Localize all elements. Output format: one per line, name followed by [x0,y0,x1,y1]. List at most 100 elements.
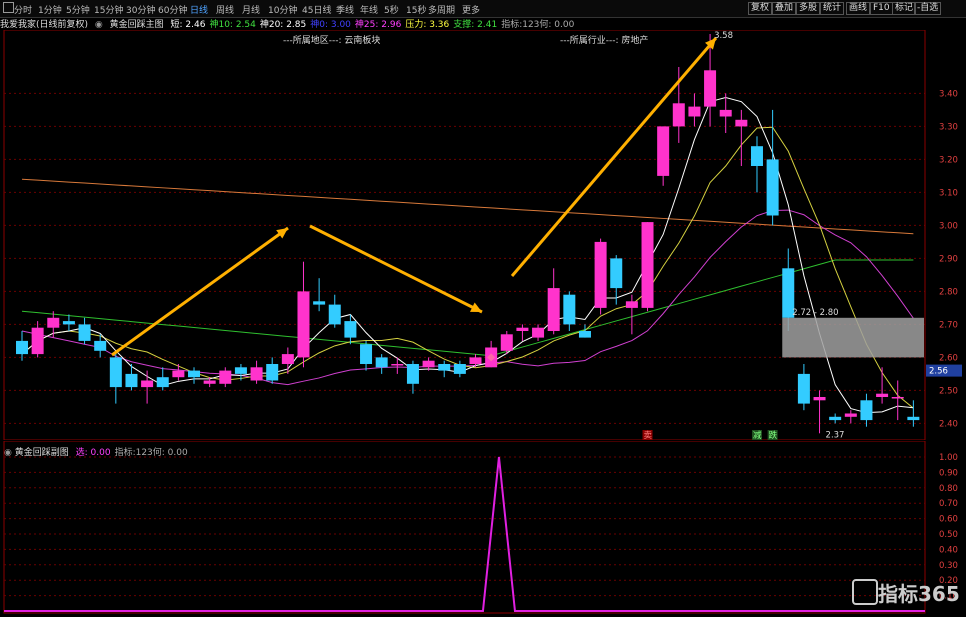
osc-tick-label: 0.40 [939,545,958,555]
indicator-value: 神0: 3.00 [310,20,351,30]
period-tab[interactable]: 分时 [14,3,32,16]
trend-arrow-up-2 [510,37,718,277]
period-tab[interactable]: 30分钟 [126,3,155,16]
y-tick-label: 3.00 [939,221,958,231]
toolbar-button[interactable]: 叠加 [772,2,797,15]
trend-arrow-down [309,224,483,314]
ma-yellow-line [21,126,914,409]
candle-body [750,146,763,166]
candle-body [657,126,670,176]
y-tick-label: 3.20 [939,155,958,165]
candle-body [766,159,779,216]
y-tick-label: 3.40 [939,89,958,99]
trend-arrow-up-1 [111,226,289,357]
candle-body [813,397,826,401]
ma-magenta-line [21,209,914,386]
period-tab[interactable]: 1分钟 [38,3,62,16]
period-tab[interactable]: 15秒 [406,3,426,16]
osc-tick-label: 0.70 [939,499,958,509]
period-tab[interactable]: 季线 [336,3,354,16]
candle-body [188,370,201,378]
indicator-value: 神10: 2.54 [209,20,256,30]
period-tab[interactable]: 10分钟 [268,3,297,16]
candle-body [266,364,279,381]
candle-body [16,340,28,355]
toolbar-button[interactable]: 画线 [846,2,871,15]
oscillator-chart[interactable]: 1.000.900.800.700.600.500.400.300.200.10 [0,441,966,617]
y-tick-label: 2.50 [939,386,958,396]
candle-body [62,321,75,325]
period-tab[interactable]: 更多 [462,3,480,16]
period-tab[interactable]: 多周期 [428,3,455,16]
candle-body [438,364,451,371]
candle-body [156,377,169,388]
candle-body [719,109,732,117]
period-tab[interactable]: 5分钟 [66,3,90,16]
candle-body [391,364,404,366]
candle-body [469,357,482,364]
period-toolbar: 分时 1分钟 5分钟 15分钟 30分钟 60分钟 日线 周线 月线 10分钟 45日线 季线 年线 5秒… [0,0,966,18]
logo-icon [852,579,878,605]
candle-body [797,373,810,404]
settings-icon[interactable]: ◉ [95,20,103,30]
toolbar-button[interactable]: F10 [870,2,893,15]
toolbar-button[interactable]: -自选 [914,2,942,15]
stock-name: 我爱我家(日线前复权) [0,20,89,30]
signal-tag-1: 减 [753,430,762,440]
candle-body [234,367,247,374]
toolbar-menu-icon[interactable] [3,2,14,13]
candle-body [735,119,748,127]
candle-body [141,380,154,388]
osc-tick-label: 0.90 [939,468,958,478]
y-tick-label: 2.80 [939,287,958,297]
period-tab[interactable]: 5秒 [384,3,399,16]
candle-body [453,364,466,374]
y-tick-label: 3.30 [939,122,958,132]
indicator-value: 压力: 3.36 [405,20,450,30]
candle-body [860,400,873,421]
osc-tick-label: 1.00 [939,453,958,463]
candle-body [328,304,341,325]
toolbar-button[interactable]: 复权 [748,2,773,15]
current-price-label: 2.56 [929,367,948,377]
period-tab[interactable]: 月线 [242,3,260,16]
indicator-name[interactable]: 黄金回踩主图 [110,20,164,30]
y-tick-label: 3.10 [939,188,958,198]
toolbar-button[interactable]: 标记 [892,2,917,15]
candle-body [250,367,263,381]
candle-body [563,294,576,325]
candle-body [125,373,138,388]
sell-tag: 卖 [644,431,653,440]
candle-body [375,357,388,368]
candle-body [594,241,607,308]
period-tab[interactable]: 周线 [216,3,234,16]
candle-body [610,258,623,289]
indicator-value: 短: 2.46 [170,20,206,30]
candle-body [31,327,44,355]
candle-body [516,327,529,331]
y-tick-label: 2.40 [939,419,958,429]
y-tick-label: 2.60 [939,353,958,363]
period-tab[interactable]: 年线 [360,3,378,16]
trough-price-label: 2.37 [826,430,845,440]
period-tab[interactable]: 15分钟 [94,3,123,16]
toolbar-button[interactable]: 统计 [820,2,845,15]
candle-body [829,416,842,421]
candle-body [313,301,326,305]
period-tab[interactable]: 60分钟 [158,3,187,16]
candle-body [547,288,560,331]
indicator-value: 指标:123何: 0.00 [501,20,575,30]
period-tab[interactable]: 日线 [190,3,208,16]
toolbar-button[interactable]: 多股 [796,2,821,15]
candle-body [78,324,91,341]
ma-green-line [21,259,914,357]
osc-tick-label: 0.50 [939,530,958,540]
candle-body [907,416,920,421]
period-tab[interactable]: 45日线 [302,3,331,16]
candle-body [578,331,591,338]
candle-body [688,106,701,117]
candle-body [672,103,685,127]
candlestick-chart[interactable]: 3.40 3.30 3.20 3.10 3.00 2.90 2.80 2.70 2.60 2.50… [0,30,966,440]
signal-tag-2: 跌 [769,430,778,440]
candle-body [47,317,60,328]
